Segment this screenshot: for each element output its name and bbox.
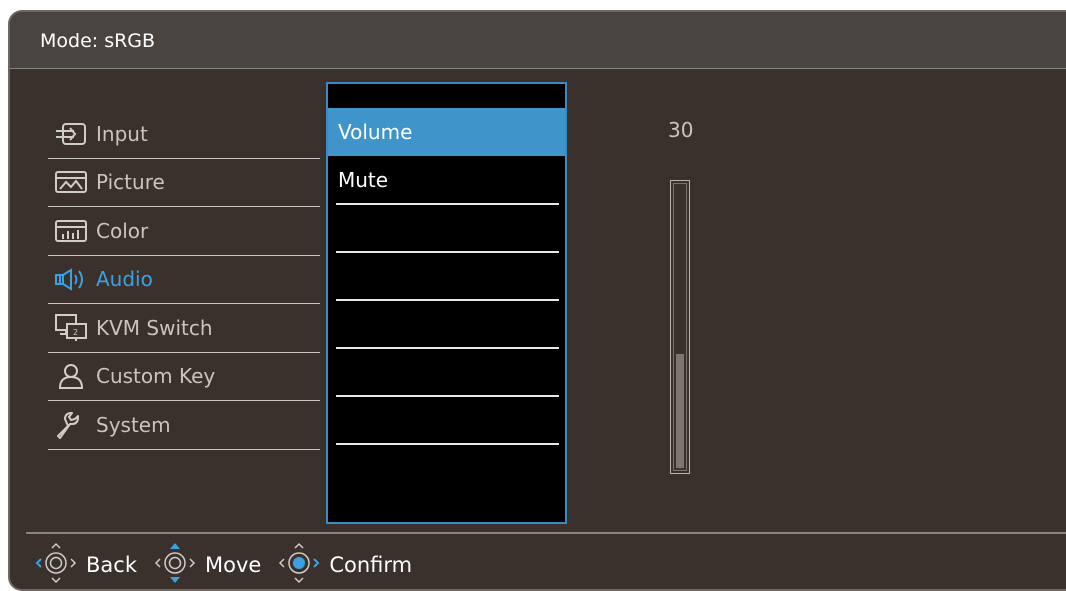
slider-fill	[676, 353, 684, 468]
menu-item-system[interactable]: System	[48, 401, 320, 450]
submenu-item-label: Volume	[338, 120, 413, 144]
input-icon	[54, 119, 94, 149]
submenu-item-volume[interactable]: Volume	[328, 108, 565, 156]
picture-icon	[54, 167, 94, 197]
menu-item-label: KVM Switch	[96, 315, 213, 340]
title-bar: Mode: sRGB	[10, 12, 1066, 69]
slider-track	[673, 183, 687, 471]
move-label: Move	[204, 553, 262, 577]
svg-text:2: 2	[73, 328, 78, 337]
main-menu: Input Picture Color Audio 2 KVM Switch C…	[48, 110, 320, 450]
menu-item-label: Custom Key	[96, 364, 216, 389]
menu-item-custom-key[interactable]: Custom Key	[48, 353, 320, 401]
submenu-item-empty	[328, 348, 565, 397]
submenu-item-label: Mute	[338, 168, 389, 192]
menu-item-label: Picture	[96, 170, 165, 195]
footer-divider	[26, 532, 1066, 534]
move-hint: Move	[153, 541, 261, 590]
audio-icon	[54, 264, 94, 294]
menu-item-color[interactable]: Color	[48, 207, 320, 256]
menu-item-picture[interactable]: Picture	[48, 159, 320, 207]
audio-submenu: Volume Mute	[326, 82, 567, 524]
back-label: Back	[86, 553, 137, 577]
confirm-hint: Confirm	[277, 541, 412, 590]
menu-item-input[interactable]: Input	[48, 110, 320, 159]
back-hint: Back	[34, 541, 137, 590]
submenu-item-empty	[328, 396, 565, 445]
menu-item-label: Input	[96, 121, 148, 146]
menu-item-label: System	[96, 412, 171, 437]
joystick-left-icon	[34, 541, 78, 590]
color-icon	[54, 216, 94, 246]
joystick-press-icon	[277, 541, 321, 590]
confirm-label: Confirm	[329, 553, 413, 577]
menu-item-kvm-switch[interactable]: 2 KVM Switch	[48, 304, 320, 353]
divider	[336, 443, 559, 445]
submenu-item-empty	[328, 204, 565, 253]
footer-hints: Back Move Confirm	[34, 540, 428, 590]
osd-menu: Mode: sRGB Input Picture Color Audio 2 K…	[8, 10, 1066, 591]
system-icon	[54, 410, 94, 440]
mode-label: Mode: sRGB	[40, 30, 156, 52]
submenu-item-empty	[328, 252, 565, 301]
joystick-updown-icon	[153, 541, 197, 590]
custom-key-icon	[54, 361, 94, 391]
menu-item-label: Color	[96, 218, 149, 243]
submenu-item-empty	[328, 300, 565, 349]
kvm-switch-icon: 2	[54, 313, 94, 343]
volume-slider[interactable]	[670, 180, 690, 474]
volume-value: 30	[668, 118, 694, 142]
menu-item-audio[interactable]: Audio	[48, 256, 320, 304]
menu-item-label: Audio	[96, 267, 153, 292]
submenu-item-mute[interactable]: Mute	[328, 156, 565, 205]
